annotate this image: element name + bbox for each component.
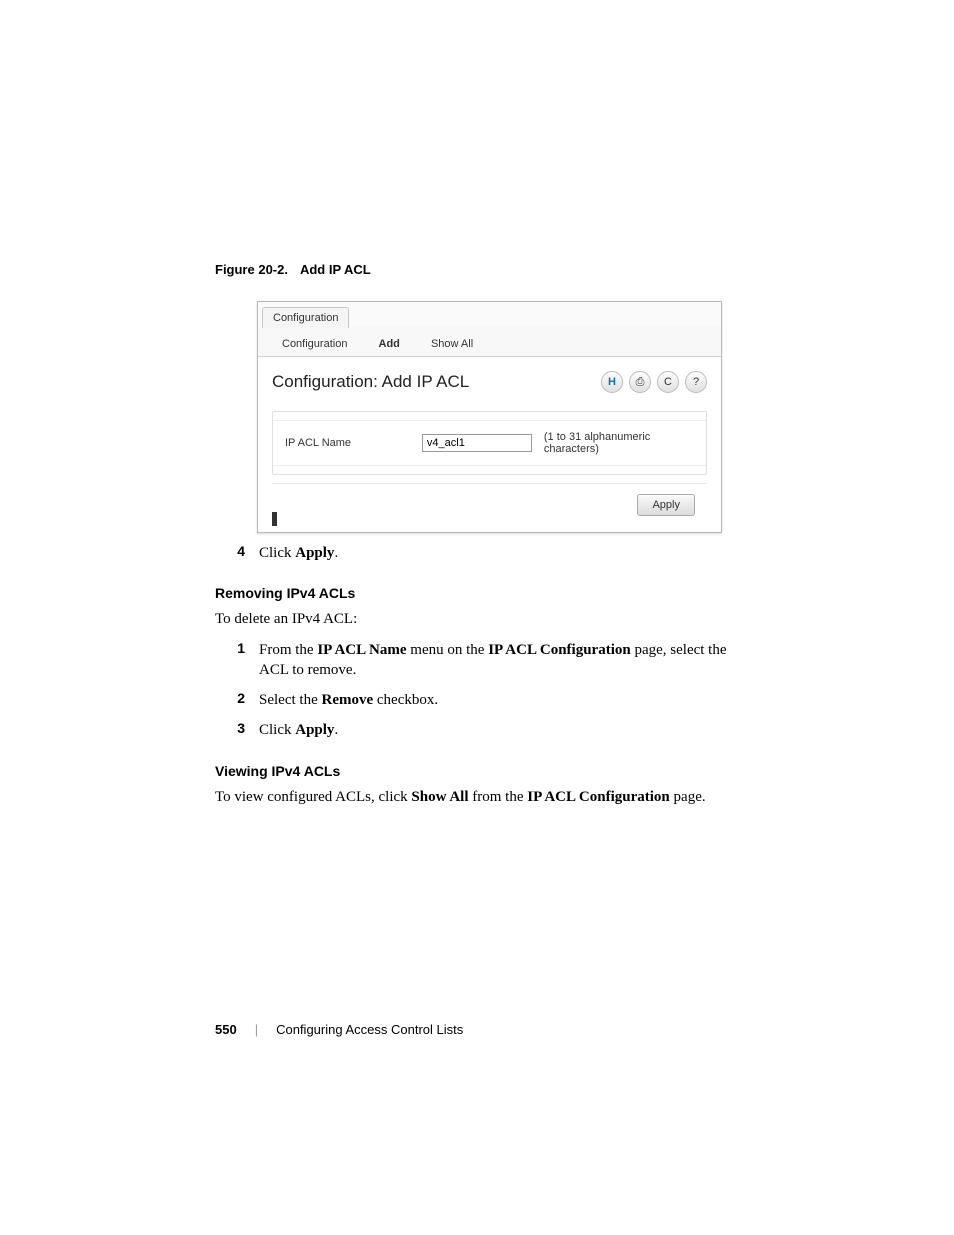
page-number: 550 [215, 1022, 237, 1037]
form-footer: Apply [272, 483, 707, 526]
step-text-r2: Select the Remove checkbox. [259, 690, 438, 710]
heading-viewing: Viewing IPv4 ACLs [215, 763, 735, 779]
viewing-text: To view configured ACLs, click Show All … [215, 787, 735, 807]
removing-intro: To delete an IPv4 ACL: [215, 609, 735, 629]
form-row-aclname: IP ACL Name (1 to 31 alphanumeric charac… [273, 420, 706, 466]
left-divider-bar [272, 512, 277, 526]
field-hint-aclname: (1 to 31 alphanumeric characters) [544, 431, 694, 455]
step-text-r1: From the IP ACL Name menu on the IP ACL … [259, 640, 735, 681]
figure-caption: Figure 20-2. Add IP ACL [215, 262, 735, 277]
page-footer: 550 | Configuring Access Control Lists [215, 1022, 463, 1037]
step-number-r2: 2 [219, 690, 245, 710]
apply-button[interactable]: Apply [637, 494, 695, 516]
main-tab-configuration[interactable]: Configuration [262, 307, 349, 328]
print-icon[interactable]: ⎙ [629, 371, 651, 393]
aclname-input[interactable] [422, 434, 532, 452]
step-text-r3: Click Apply. [259, 720, 338, 740]
subtabs-row: Configuration Add Show All [258, 326, 721, 357]
page-title: Configuration: Add IP ACL [272, 372, 469, 392]
refresh-icon[interactable]: C [657, 371, 679, 393]
subtab-configuration[interactable]: Configuration [268, 332, 361, 356]
figure-title: Add IP ACL [300, 262, 371, 277]
heading-removing: Removing IPv4 ACLs [215, 585, 735, 601]
step-number-r1: 1 [219, 640, 245, 681]
screenshot-panel: Configuration Configuration Add Show All… [257, 301, 722, 533]
step-number-r3: 3 [219, 720, 245, 740]
step-text-4: Click Apply. [259, 543, 338, 563]
form-panel: IP ACL Name (1 to 31 alphanumeric charac… [272, 411, 707, 475]
footer-chapter-title: Configuring Access Control Lists [276, 1022, 463, 1037]
subtab-add[interactable]: Add [365, 332, 414, 356]
figure-label: Figure 20-2. [215, 262, 288, 277]
help-icon[interactable]: ? [685, 371, 707, 393]
field-label-aclname: IP ACL Name [285, 437, 422, 449]
subtab-show-all[interactable]: Show All [417, 332, 487, 356]
save-icon[interactable]: H [601, 371, 623, 393]
footer-separator: | [255, 1022, 258, 1037]
step-number-4: 4 [219, 543, 245, 563]
